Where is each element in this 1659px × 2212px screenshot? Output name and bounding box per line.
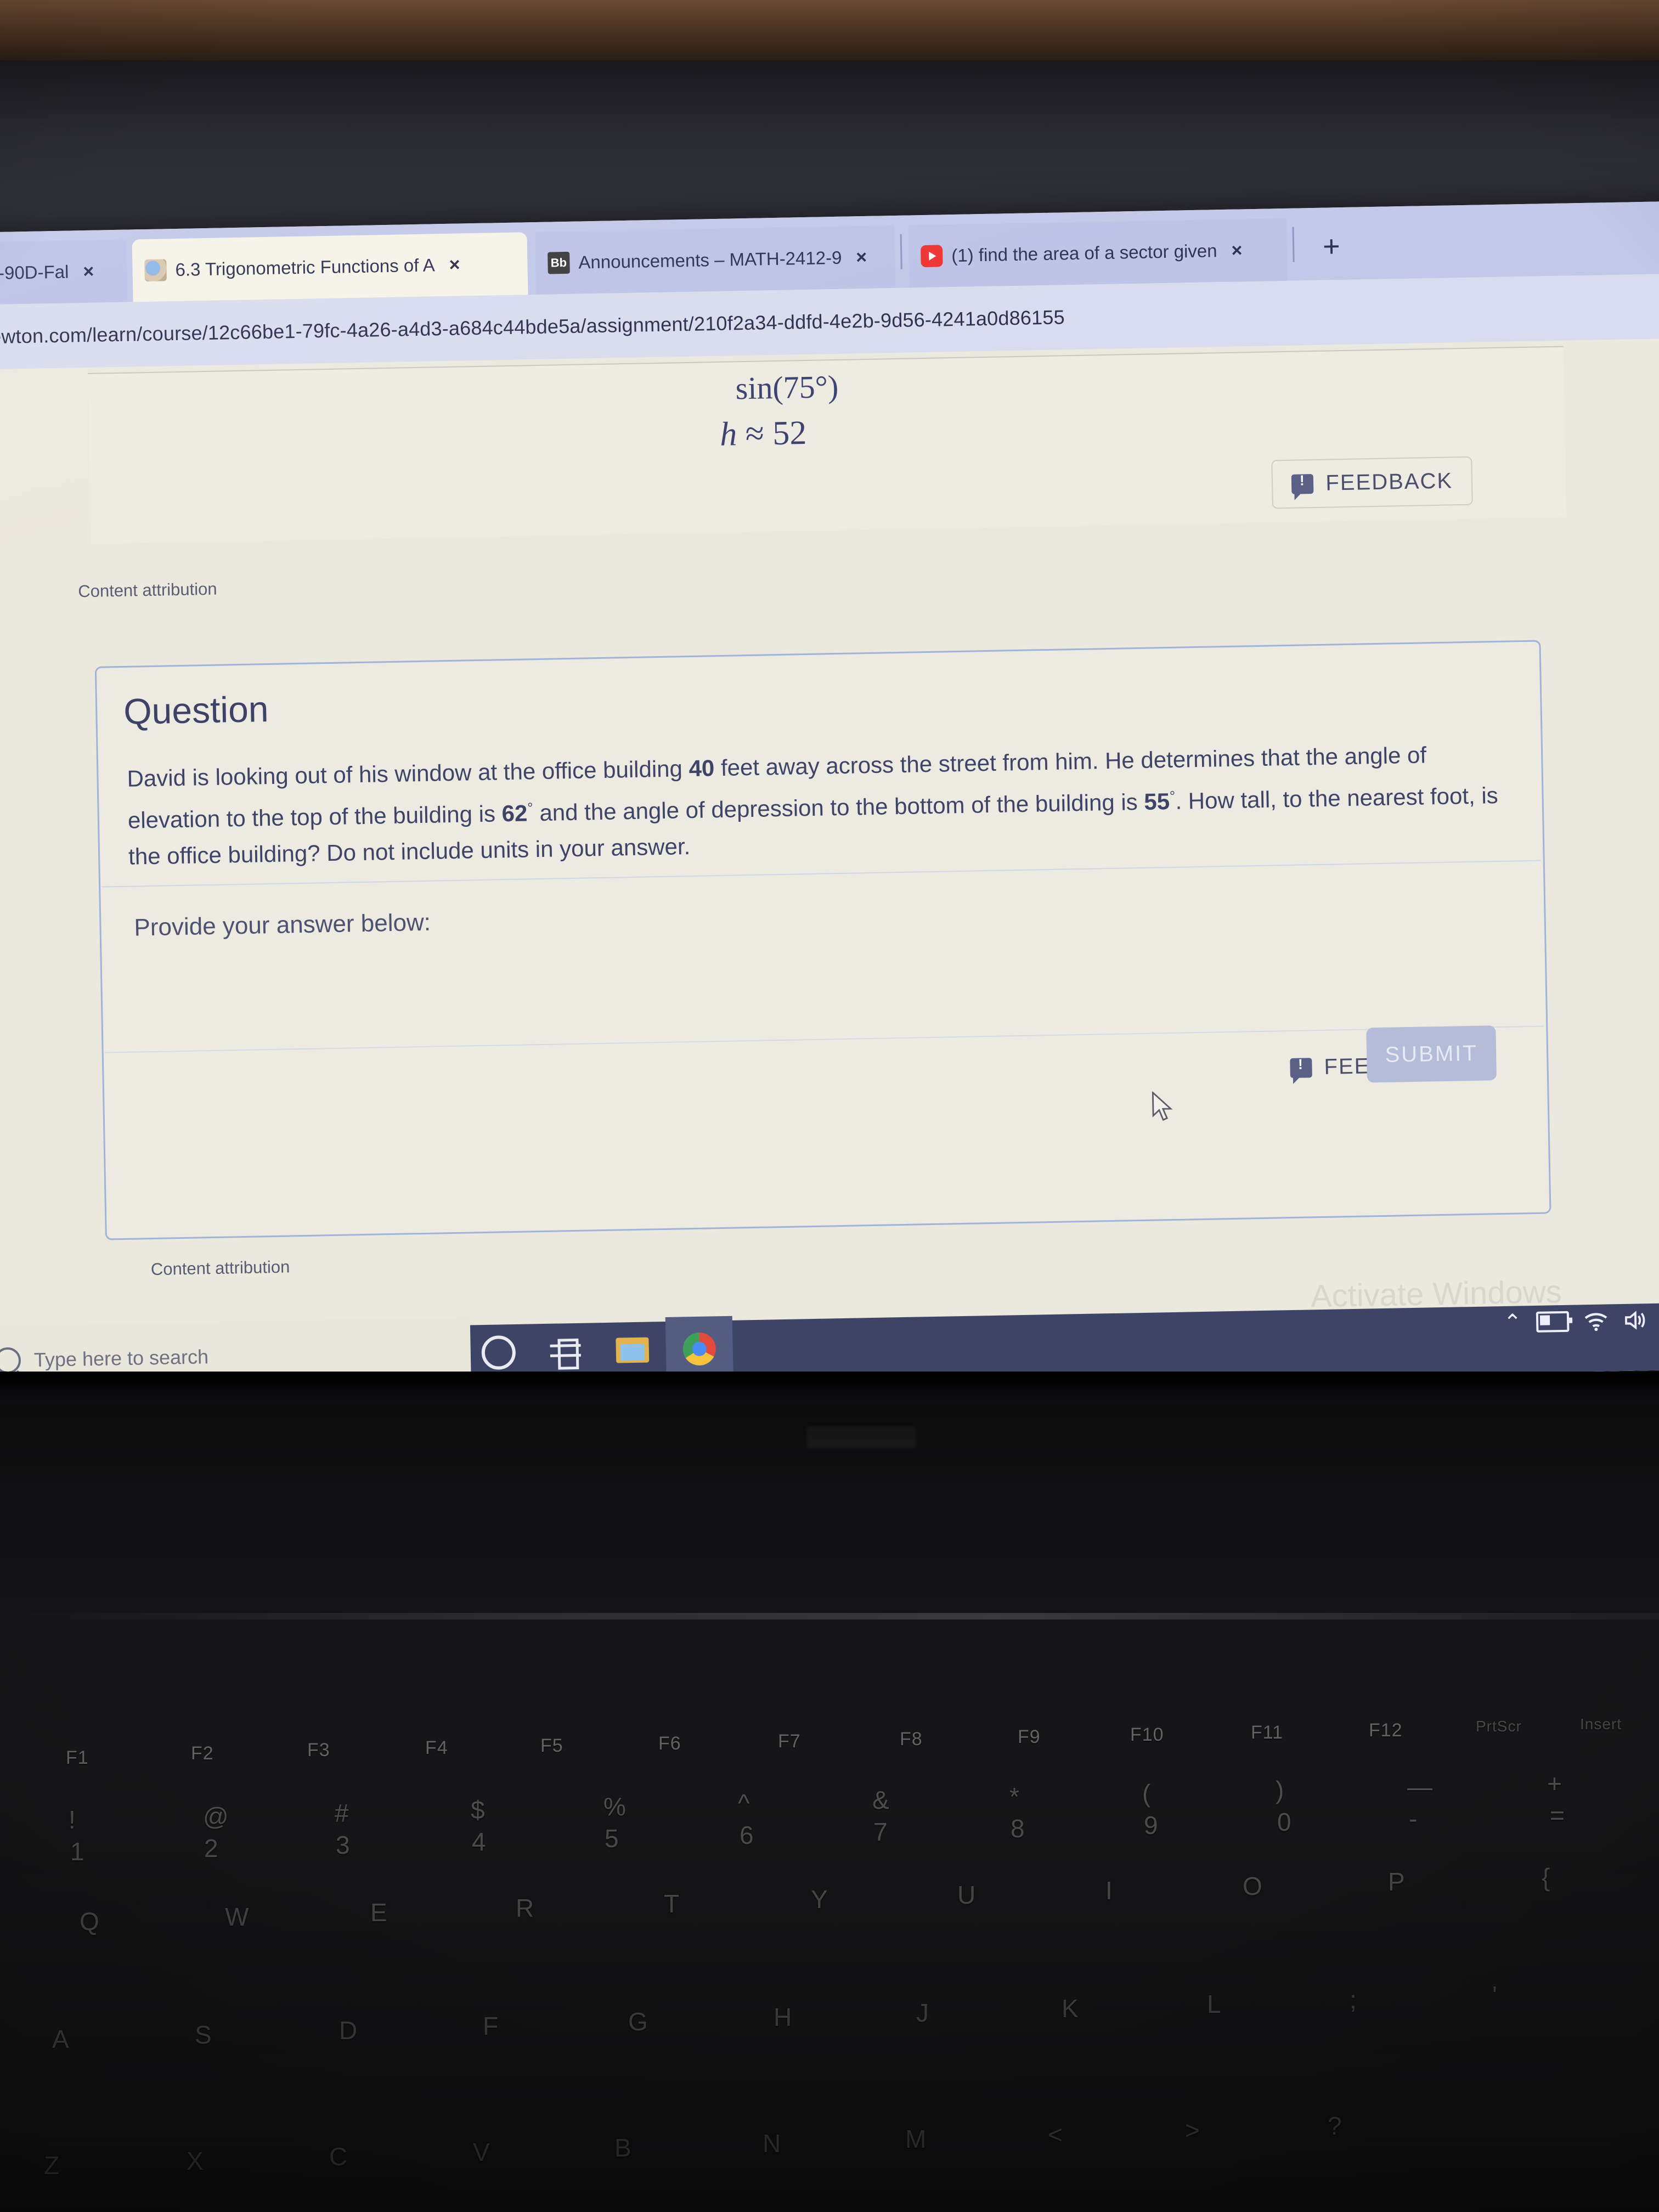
question-text-part-5: . How xyxy=(1175,787,1235,814)
submit-button[interactable]: SUBMIT xyxy=(1366,1025,1497,1083)
new-tab-button[interactable]: + xyxy=(1323,229,1341,264)
task-view-icon xyxy=(550,1339,581,1364)
browser-tab-3[interactable]: Bb Announcements – MATH-2412-9 × xyxy=(535,225,896,295)
key-f8[interactable]: F8 xyxy=(900,1729,923,1750)
cortana-icon xyxy=(481,1335,516,1370)
blackboard-icon: Bb xyxy=(548,251,570,274)
tab-divider xyxy=(900,234,902,269)
math-var-h: h xyxy=(719,415,737,453)
youtube-icon xyxy=(920,245,943,268)
browser-tab-2[interactable]: 6.3 Trigonometric Functions of A × xyxy=(132,232,528,302)
tab-divider-2 xyxy=(1292,227,1295,262)
answer-input[interactable] xyxy=(135,933,1497,1040)
tab-3-title: Announcements – MATH-2412-9 xyxy=(578,247,842,273)
question-text-part-4: and the angle of depression to the botto… xyxy=(533,788,1144,826)
question-card: Question David is looking out of his win… xyxy=(94,640,1551,1240)
tab-2-close-icon[interactable]: × xyxy=(449,254,460,275)
math-expression-h-approx: h ≈ 52 xyxy=(720,414,807,454)
key-f9[interactable]: F9 xyxy=(1018,1726,1041,1748)
mouse-cursor xyxy=(1152,1091,1173,1121)
feedback-button-top-label: FEEDBACK xyxy=(1325,469,1453,495)
question-text-part-2: feet away across the street from him. He… xyxy=(714,743,1339,781)
tab-1-title: 2412-90D-Fal xyxy=(0,261,69,284)
tray-overflow-icon[interactable]: ⌃ xyxy=(1503,1310,1522,1335)
laptop-photo: 2412-90D-Fal × 6.3 Trigonometric Functio… xyxy=(0,0,1659,2212)
key-f12[interactable]: F12 xyxy=(1369,1720,1403,1741)
desk-surface xyxy=(0,0,1659,66)
deck-highlight xyxy=(0,1613,1659,1620)
battery-icon[interactable] xyxy=(1536,1311,1570,1333)
search-icon xyxy=(0,1347,21,1374)
laptop-screen: 2412-90D-Fal × 6.3 Trigonometric Functio… xyxy=(0,201,1659,1401)
page-viewport: sin(75°) h ≈ 52 FEEDBACK Content attribu… xyxy=(0,338,1659,1401)
key-f10[interactable]: F10 xyxy=(1130,1724,1164,1746)
key-f7[interactable]: F7 xyxy=(778,1731,801,1752)
browser-tab-1[interactable]: 2412-90D-Fal × xyxy=(0,239,128,306)
laptop-hinge xyxy=(0,1372,1659,1404)
keyboard-shadow xyxy=(0,1750,1659,2212)
key-print-screen[interactable]: PrtScr xyxy=(1476,1718,1522,1735)
feedback-icon xyxy=(1291,473,1314,494)
math-approx-sign: ≈ xyxy=(745,415,765,453)
chrome-icon xyxy=(682,1332,716,1366)
speaker-icon[interactable] xyxy=(1623,1310,1649,1331)
tab-4-close-icon[interactable]: × xyxy=(1231,240,1243,261)
solution-card: sin(75°) h ≈ 52 FEEDBACK xyxy=(87,346,1567,544)
tab-3-close-icon[interactable]: × xyxy=(856,246,867,268)
content-attribution-question[interactable]: Content attribution xyxy=(151,1257,290,1279)
question-value-distance: 40 xyxy=(689,755,715,782)
math-value-52: 52 xyxy=(772,414,807,453)
tab-1-close-icon[interactable]: × xyxy=(83,261,94,282)
tab-2-title: 6.3 Trigonometric Functions of A xyxy=(175,255,436,280)
knewton-icon xyxy=(144,259,167,282)
search-placeholder-text: Type here to search xyxy=(33,1345,209,1372)
content-attribution-top[interactable]: Content attribution xyxy=(78,579,217,602)
wifi-icon[interactable] xyxy=(1583,1310,1609,1331)
browser-tab-4[interactable]: (1) find the area of a sector given × xyxy=(908,218,1288,288)
laptop-logo xyxy=(806,1426,916,1448)
question-body: David is looking out of his window at th… xyxy=(127,736,1500,875)
url-text: knewton.com/learn/course/12c66be1-79fc-4… xyxy=(0,306,1065,348)
question-value-depression: 55 xyxy=(1143,788,1170,815)
question-text-part-1: David is looking out of his window at th… xyxy=(127,755,689,792)
degree-symbol-1: ° xyxy=(527,799,533,816)
system-tray: ⌃ 10:30 11/1/2 xyxy=(1503,1299,1659,1342)
question-heading: Question xyxy=(123,689,269,732)
feedback-icon-2 xyxy=(1290,1057,1312,1078)
provide-answer-label: Provide your answer below: xyxy=(134,909,431,941)
tab-4-title: (1) find the area of a sector given xyxy=(951,240,1217,266)
question-value-elevation: 62 xyxy=(501,800,528,827)
feedback-button-top[interactable]: FEEDBACK xyxy=(1271,456,1473,509)
laptop-keyboard-deck: F1 F2 F3 F4 F5 F6 F7 F8 F9 F10 F11 F12 P… xyxy=(0,1372,1659,2212)
degree-symbol-2: ° xyxy=(1169,787,1176,804)
file-explorer-icon xyxy=(616,1337,650,1363)
key-f11[interactable]: F11 xyxy=(1251,1722,1283,1743)
key-insert[interactable]: Insert xyxy=(1580,1716,1622,1733)
math-expression-sin75: sin(75°) xyxy=(735,368,839,407)
